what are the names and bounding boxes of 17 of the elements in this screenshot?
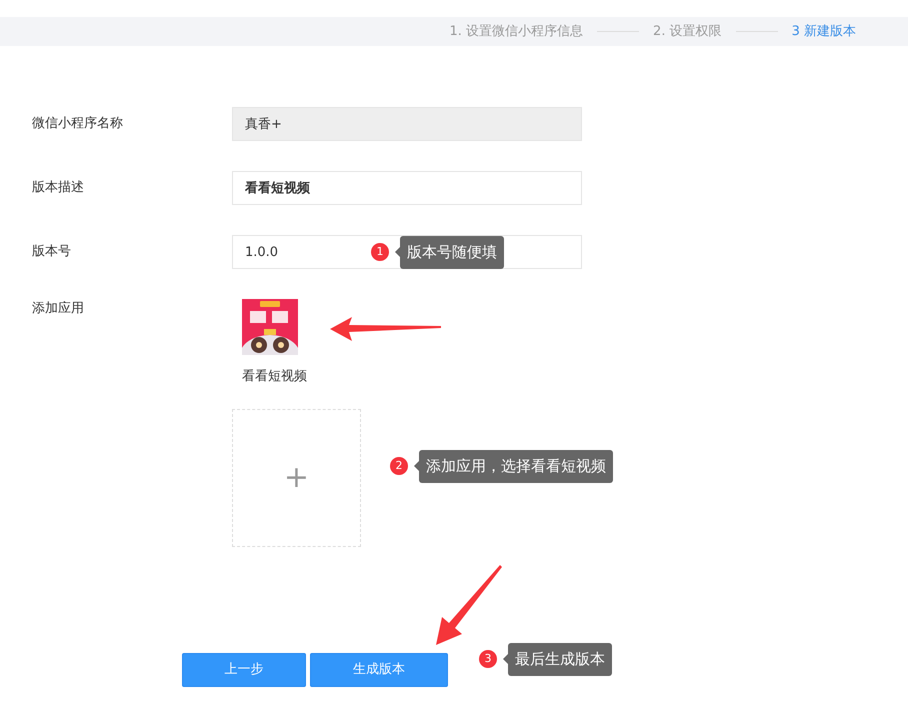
field-label: 版本描述 xyxy=(32,179,85,198)
annotation-tooltip: 添加应用，选择看看短视频 xyxy=(419,450,613,482)
step-label[interactable]: 1. 设置微信小程序信息 xyxy=(450,22,584,42)
input-field[interactable]: 看看短视频 xyxy=(232,171,582,205)
step-label[interactable]: 3 新建版本 xyxy=(792,22,856,42)
field-label: 添加应用 xyxy=(32,300,85,318)
app-name: 看看短视频 xyxy=(242,368,308,386)
step-label[interactable]: 2. 设置权限 xyxy=(653,22,722,42)
add-app-button[interactable]: + xyxy=(232,408,361,546)
step-number-badge: 2 xyxy=(390,457,408,476)
annotation-tooltip: 版本号随便填 xyxy=(400,236,504,268)
step-number-badge: 3 xyxy=(479,650,497,668)
field-label: 版本号 xyxy=(32,243,72,262)
previous-button[interactable]: 上一步 xyxy=(182,653,306,687)
generate-button[interactable]: 生成版本 xyxy=(310,653,448,687)
annotation-tooltip: 最后生成版本 xyxy=(508,643,612,676)
field-label: 微信小程序名称 xyxy=(32,115,124,134)
